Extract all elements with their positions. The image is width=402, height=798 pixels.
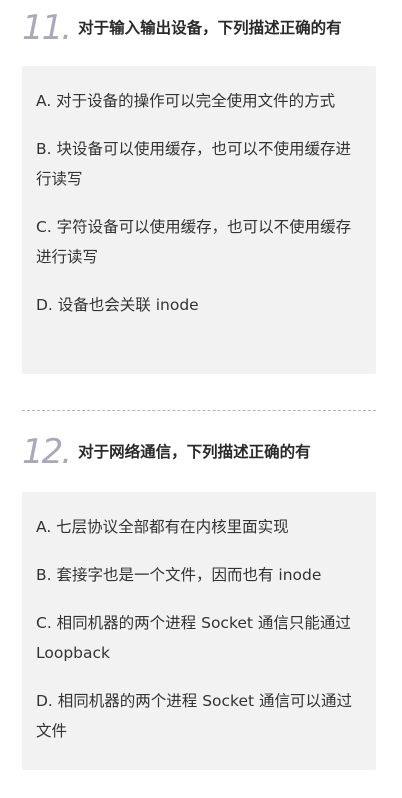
section-divider (22, 410, 376, 411)
question-title: 对于网络通信，下列描述正确的有 (78, 443, 311, 461)
question-11-options: A. 对于设备的操作可以完全使用文件的方式 B. 块设备可以使用缓存，也可以不使… (22, 66, 376, 374)
option-b[interactable]: B. 套接字也是一个文件，因而也有 inode (36, 560, 360, 590)
option-c[interactable]: C. 相同机器的两个进程 Socket 通信只能通过 Loopback (36, 608, 360, 668)
option-d[interactable]: D. 设备也会关联 inode (36, 290, 360, 320)
option-a[interactable]: A. 对于设备的操作可以完全使用文件的方式 (36, 86, 360, 116)
question-number: 12. (22, 432, 72, 472)
option-c[interactable]: C. 字符设备可以使用缓存，也可以不使用缓存进行读写 (36, 212, 360, 272)
option-b[interactable]: B. 块设备可以使用缓存，也可以不使用缓存进行读写 (36, 134, 360, 194)
question-12-options: A. 七层协议全部都有在内核里面实现 B. 套接字也是一个文件，因而也有 ino… (22, 492, 376, 770)
option-d[interactable]: D. 相同机器的两个进程 Socket 通信可以通过文件 (36, 686, 360, 746)
question-11-header: 11. 对于输入输出设备，下列描述正确的有 (22, 8, 342, 48)
question-title: 对于输入输出设备，下列描述正确的有 (78, 19, 342, 37)
question-12-header: 12. 对于网络通信，下列描述正确的有 (22, 432, 311, 472)
question-number: 11. (22, 8, 72, 48)
option-a[interactable]: A. 七层协议全部都有在内核里面实现 (36, 512, 360, 542)
